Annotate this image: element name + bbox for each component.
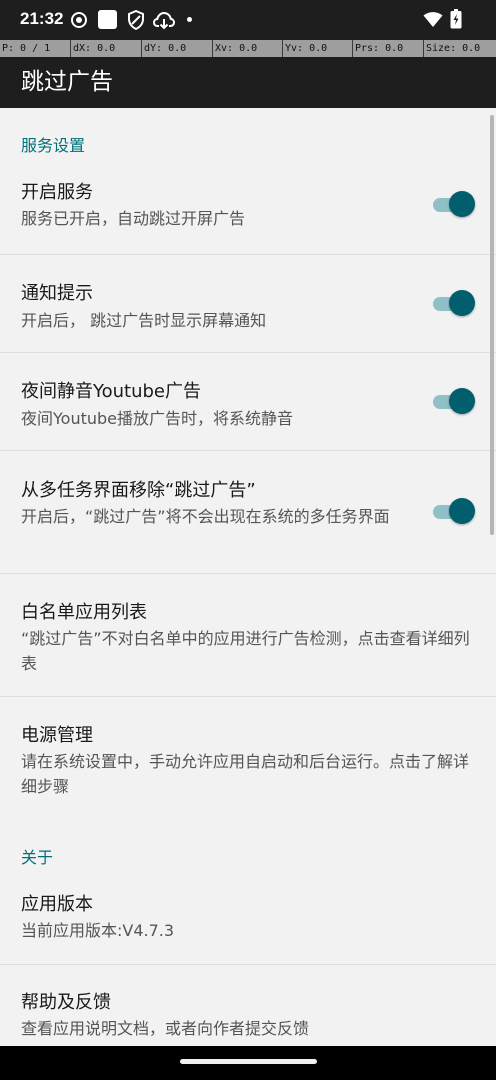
pointer-pressure: Prs: 0.0 xyxy=(353,40,424,57)
settings-list[interactable]: 服务设置 开启服务 服务已开启，自动跳过开屏广告 通知提示 开启后， 跳过广告时… xyxy=(0,108,496,1046)
status-time: 21:32 xyxy=(20,9,64,28)
category-service-settings: 服务设置 xyxy=(21,136,86,155)
pointer-yv: Yv: 0.0 xyxy=(283,40,353,57)
pref-summary: 服务已开启，自动跳过开屏广告 xyxy=(21,209,246,228)
app-bar: 跳过广告 xyxy=(0,57,496,108)
pref-title: 通知提示 xyxy=(21,283,93,304)
record-icon xyxy=(71,12,87,28)
switch-thumb xyxy=(449,191,475,217)
pref-summary: 开启后，“跳过广告”将不会出现在系统的多任务界面 xyxy=(21,507,390,526)
pref-summary: 请在系统设置中，手动允许应用自启动和后台运行。点击了解详细步骤 xyxy=(21,752,470,796)
pref-title: 电源管理 xyxy=(21,725,93,746)
battery-charging-icon xyxy=(450,9,462,29)
pref-title: 从多任务界面移除“跳过广告” xyxy=(21,480,256,501)
pref-summary: 查看应用说明文档，或者向作者提交反馈 xyxy=(21,1019,310,1038)
pref-title: 开启服务 xyxy=(21,182,93,203)
home-handle[interactable] xyxy=(180,1059,317,1064)
wifi-icon xyxy=(423,12,443,27)
pref-notification[interactable]: 通知提示 开启后， 跳过广告时显示屏幕通知 xyxy=(0,255,496,353)
pref-hide-from-recents[interactable]: 从多任务界面移除“跳过广告” 开启后，“跳过广告”将不会出现在系统的多任务界面 xyxy=(0,451,496,574)
pref-whitelist[interactable]: 白名单应用列表 “跳过广告”不对白名单中的应用进行广告检测，点击查看详细列表 xyxy=(0,574,496,697)
pref-summary: 开启后， 跳过广告时显示屏幕通知 xyxy=(21,311,267,330)
pointer-size: Size: 0.0 xyxy=(426,43,481,54)
switch-thumb xyxy=(449,290,475,316)
hide-from-recents-switch[interactable] xyxy=(431,498,475,526)
cloud-download-icon xyxy=(153,11,175,30)
dot-icon xyxy=(187,17,192,22)
pref-summary: “跳过广告”不对白名单中的应用进行广告检测，点击查看详细列表 xyxy=(21,629,470,673)
notification-switch[interactable] xyxy=(431,290,475,318)
enable-service-switch[interactable] xyxy=(431,191,475,219)
category-about: 关于 xyxy=(21,848,54,867)
pref-title: 夜间静音Youtube广告 xyxy=(21,381,201,402)
pref-power-management[interactable]: 电源管理 请在系统设置中，手动允许应用自启动和后台运行。点击了解详细步骤 xyxy=(0,697,496,806)
pref-summary: 当前应用版本:V4.7.3 xyxy=(21,921,175,940)
pointer-dx: dX: 0.0 xyxy=(71,40,142,57)
pref-title: 应用版本 xyxy=(21,894,93,915)
app-square-icon xyxy=(98,10,117,29)
pointer-dy: dY: 0.0 xyxy=(142,40,213,57)
mute-youtube-switch[interactable] xyxy=(431,388,475,416)
pref-title: 白名单应用列表 xyxy=(21,602,147,623)
navigation-bar xyxy=(0,1046,496,1080)
pref-summary: 夜间Youtube播放广告时，将系统静音 xyxy=(21,409,293,428)
pointer-location-overlay: P: 0 / 1 dX: 0.0 dY: 0.0 Xv: 0.0 Yv: 0.0… xyxy=(0,40,496,57)
pref-app-version[interactable]: 应用版本 当前应用版本:V4.7.3 xyxy=(0,868,496,965)
pointer-xv: Xv: 0.0 xyxy=(213,40,283,57)
switch-thumb xyxy=(449,498,475,524)
shield-icon xyxy=(128,10,144,30)
pref-mute-youtube[interactable]: 夜间静音Youtube广告 夜间Youtube播放广告时，将系统静音 xyxy=(0,353,496,451)
switch-thumb xyxy=(449,388,475,414)
scrollbar[interactable] xyxy=(490,115,494,535)
pointer-count: P: 0 / 1 xyxy=(0,40,71,57)
status-bar: 21:32 xyxy=(0,0,496,40)
pref-help-feedback[interactable]: 帮助及反馈 查看应用说明文档，或者向作者提交反馈 xyxy=(0,965,496,1046)
page-title: 跳过广告 xyxy=(21,69,113,95)
pref-enable-service[interactable]: 开启服务 服务已开启，自动跳过开屏广告 xyxy=(0,178,496,255)
pref-title: 帮助及反馈 xyxy=(21,992,111,1013)
